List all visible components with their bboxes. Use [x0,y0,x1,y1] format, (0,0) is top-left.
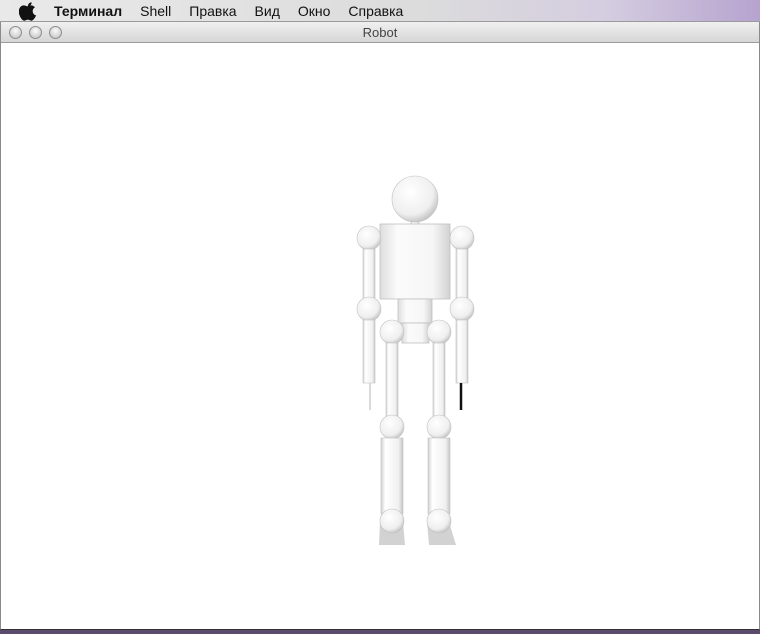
robot-window: Robot [0,22,760,630]
left-knee [379,414,405,440]
robot-scene [356,175,475,545]
robot-head [391,175,439,223]
right-thigh [432,342,446,420]
right-shin [427,437,451,515]
right-ankle [426,508,452,534]
right-elbow [449,296,475,322]
robot-torso [379,223,451,300]
menu-shell[interactable]: Shell [131,0,180,22]
robot-waist [397,298,433,324]
menu-window[interactable]: Окно [289,0,340,22]
right-shoulder [449,225,475,251]
menu-app-name[interactable]: Терминал [45,0,131,22]
left-hip [379,319,405,345]
window-title: Robot [362,25,398,40]
left-forearm [362,319,376,384]
menu-bar: Терминал Shell Правка Вид Окно Справка [0,0,760,22]
right-knee [426,414,452,440]
window-titlebar[interactable]: Robot [1,22,759,43]
menu-view[interactable]: Вид [246,0,289,22]
left-shoulder [356,225,382,251]
left-shin [380,437,404,515]
left-ankle [379,508,405,534]
left-upper-arm [362,248,376,305]
right-hip [426,319,452,345]
apple-logo-icon[interactable] [17,0,39,22]
right-forearm [455,319,469,384]
robot-pelvis [401,322,430,344]
menu-help[interactable]: Справка [339,0,412,22]
render-canvas[interactable] [1,43,759,629]
menu-edit[interactable]: Правка [180,0,245,22]
right-upper-arm [455,248,469,305]
left-elbow [356,296,382,322]
left-thigh [385,342,399,420]
